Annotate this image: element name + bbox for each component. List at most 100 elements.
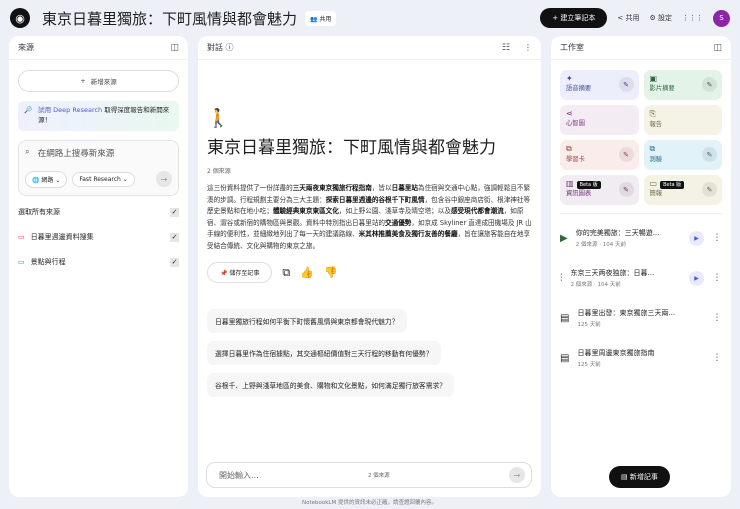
share-button[interactable]: < 共用	[617, 13, 639, 23]
thumbs-up-icon[interactable]: 👍	[300, 266, 314, 279]
pencil-icon[interactable]: ✎	[702, 77, 717, 92]
add-source-label: 新增來源	[90, 78, 117, 86]
summary-text: 這三份資料提供了一份詳盡的	[207, 184, 293, 192]
source-icon: ▭	[18, 233, 25, 241]
studio-tile[interactable]: ✦ 語音摘要 ✎	[560, 70, 639, 100]
pencil-icon[interactable]: ✎	[618, 77, 634, 92]
suggested-question-row: 谷根千、上野與淺草地區的美食、購物和文化景點，如何滿足獨行旅客需求？	[207, 365, 532, 398]
shared-badge-label: 共用	[319, 15, 332, 23]
studio-tile[interactable]: ⧉ 測驗 ✎	[643, 140, 722, 170]
suggested-question[interactable]: 谷根千、上野與淺草地區的美食、購物和文化景點，如何滿足獨行旅客需求？	[207, 373, 455, 398]
avatar[interactable]: S	[713, 9, 730, 27]
note-type-icon: ▶	[560, 232, 568, 244]
pencil-icon[interactable]: ✎	[618, 147, 634, 162]
source-checkbox[interactable]: ✓	[170, 232, 179, 242]
tile-icon: ⎘	[649, 109, 656, 118]
summary-text: ，皆以	[371, 184, 392, 192]
note-text: 日暮里出發：東京獨旅三天兩... 125 天前	[577, 308, 675, 328]
gear-icon: ⚙	[649, 14, 656, 22]
source-count: 2 個來源	[207, 168, 231, 175]
plus-icon: +	[80, 77, 86, 85]
more-vert-icon[interactable]: ⋮	[712, 273, 722, 283]
info-icon[interactable]: ⓘ	[226, 42, 234, 53]
notebook-emoji: 🚶	[207, 108, 230, 129]
tile-label: 心智圖	[566, 120, 585, 127]
note-item[interactable]: ▤ 日暮里出發：東京獨旅三天兩... 125 天前 ⋮	[551, 298, 731, 338]
summary-text: ，如上野公園、淺草寺及晴空塔；以及	[338, 207, 451, 216]
note-type-icon: ▤	[560, 312, 570, 324]
shared-badge: 👥 共用	[305, 10, 337, 26]
thumbs-down-icon[interactable]: 👎	[324, 266, 338, 279]
settings-button[interactable]: ⚙ 設定	[649, 13, 672, 23]
tile-icon: ⋖	[566, 109, 573, 118]
notebook-title[interactable]: 東京日暮里獨旅：下町風情與都會魅力	[42, 8, 297, 29]
suggested-question[interactable]: 日暮里獨旅行程如何平衡下町懷舊風情與東京都會現代魅力？	[207, 309, 407, 334]
search-icon: ⌕	[25, 146, 30, 157]
source-item[interactable]: ▭ 日暮里週邊資料搜集 ✓	[18, 225, 179, 250]
studio-tile[interactable]: ▥ Beta 版資訊圖表 ✎	[560, 175, 639, 205]
source-item[interactable]: ▭ 景點與行程 ✓	[18, 250, 179, 275]
note-title: 日暮里周邊東京獨旅指南	[577, 349, 655, 357]
input-source-count: 2 個來源	[367, 473, 390, 479]
studio-tile[interactable]: ▣ 影片摘要 ✎	[643, 70, 722, 100]
create-notebook-button[interactable]: + 建立筆記本	[540, 8, 608, 28]
note-item[interactable]: ▤ 日暮里周邊東京獨旅指南 125 天前 ⋮	[551, 338, 731, 378]
studio-tile[interactable]: ⧉ 學習卡 ✎	[560, 140, 639, 170]
tune-icon[interactable]: ☷	[502, 43, 510, 53]
note-item[interactable]: ⫶ 东京三天两夜独旅：日暮... 2 個來源 · 104 天前 ▶ ⋮	[551, 258, 731, 298]
research-mode-dropdown[interactable]: Fast Research ⌄	[72, 171, 135, 187]
source-icon: ▭	[18, 258, 25, 266]
add-note-label: 新增記事	[629, 473, 658, 481]
collapse-panel-icon[interactable]: ◫	[170, 43, 179, 53]
chat-input[interactable]: 開始輸入... 2 個來源 →	[206, 462, 532, 488]
note-text: 你的完美獨旅：三天暢遊... 2 個來源 · 104 天前	[576, 228, 660, 248]
deep-research-link[interactable]: 試用 Deep Research	[38, 106, 102, 114]
submit-arrow-icon[interactable]: →	[156, 171, 172, 187]
note-item[interactable]: ▶ 你的完美獨旅：三天暢遊... 2 個來源 · 104 天前 ▶ ⋮	[551, 218, 731, 258]
add-source-button[interactable]: + 新增來源	[18, 70, 179, 92]
summary-highlight: 體驗經典東京東區文化	[272, 207, 339, 216]
pencil-icon[interactable]: ✎	[702, 147, 717, 162]
more-vert-icon[interactable]: ⋮	[712, 233, 722, 243]
app-header: ◉ 東京日暮里獨旅：下町風情與都會魅力 👥 共用 + 建立筆記本 < 共用 ⚙ …	[0, 0, 740, 36]
note-text: 日暮里周邊東京獨旅指南 125 天前	[577, 348, 654, 368]
more-vert-icon[interactable]: ⋮	[524, 43, 532, 52]
play-icon[interactable]: ▶	[689, 230, 704, 246]
tile-icon: ⧉	[649, 144, 656, 153]
play-icon[interactable]: ▶	[689, 270, 704, 286]
summary-highlight: 三天兩夜東京獨旅行程指南	[292, 184, 372, 192]
notebooklm-logo-icon[interactable]: ◉	[10, 8, 30, 28]
globe-icon: 🌐	[32, 176, 40, 184]
summary-highlight: 感受現代都會潮流	[450, 207, 504, 216]
more-vert-icon[interactable]: ⋮	[712, 313, 722, 323]
send-arrow-icon[interactable]: →	[508, 467, 525, 483]
copy-icon[interactable]: ⧉	[282, 266, 290, 280]
more-vert-icon[interactable]: ⋮	[712, 353, 722, 363]
studio-tile[interactable]: ⎘ 報告	[643, 105, 722, 135]
studio-tile[interactable]: ⋖ 心智圖	[560, 105, 639, 135]
web-search-box: ⌕ 在網路上搜尋新來源 🌐 網路 ⌄ Fast Research ⌄ →	[18, 139, 179, 196]
web-dropdown[interactable]: 🌐 網路 ⌄	[25, 170, 68, 188]
disclaimer: NotebookLM 提供的資訊未必正確，請查證回覆內容。	[302, 500, 437, 506]
web-label: 網路	[41, 176, 54, 184]
suggested-question[interactable]: 選擇日暮里作為住宿據點，其交通樞紐價值對三天行程的移動有何優勢？	[207, 341, 441, 366]
save-to-note-button[interactable]: 📌 儲存至記事	[207, 262, 273, 284]
apps-grid-icon[interactable]: ⋮⋮⋮	[682, 14, 703, 22]
studio-tile[interactable]: ▭ Beta 版簡報 ✎	[643, 175, 722, 205]
collapse-panel-icon[interactable]: ◫	[713, 43, 722, 53]
deep-research-banner[interactable]: 🔎 試用 Deep Research 取得深度報告和新開來源！	[18, 101, 179, 131]
source-label: 景點與行程	[30, 258, 66, 266]
select-all-checkbox[interactable]: ✓	[170, 207, 179, 217]
pencil-icon[interactable]: ✎	[618, 182, 634, 197]
select-all-label: 選取所有來源	[18, 208, 60, 216]
note-type-icon: ▤	[560, 352, 570, 364]
note-meta: 125 天前	[577, 322, 601, 328]
research-mode-label: Fast Research	[79, 175, 121, 183]
add-note-button[interactable]: ▤ 新增記事	[609, 466, 670, 488]
search-input[interactable]: 在網路上搜尋新來源	[38, 147, 115, 159]
summary-highlight: 交通優勢	[385, 218, 412, 227]
studio-title: 工作室	[560, 43, 584, 52]
source-checkbox[interactable]: ✓	[170, 257, 179, 267]
pencil-icon[interactable]: ✎	[702, 182, 717, 197]
share-label: 共用	[625, 14, 640, 22]
